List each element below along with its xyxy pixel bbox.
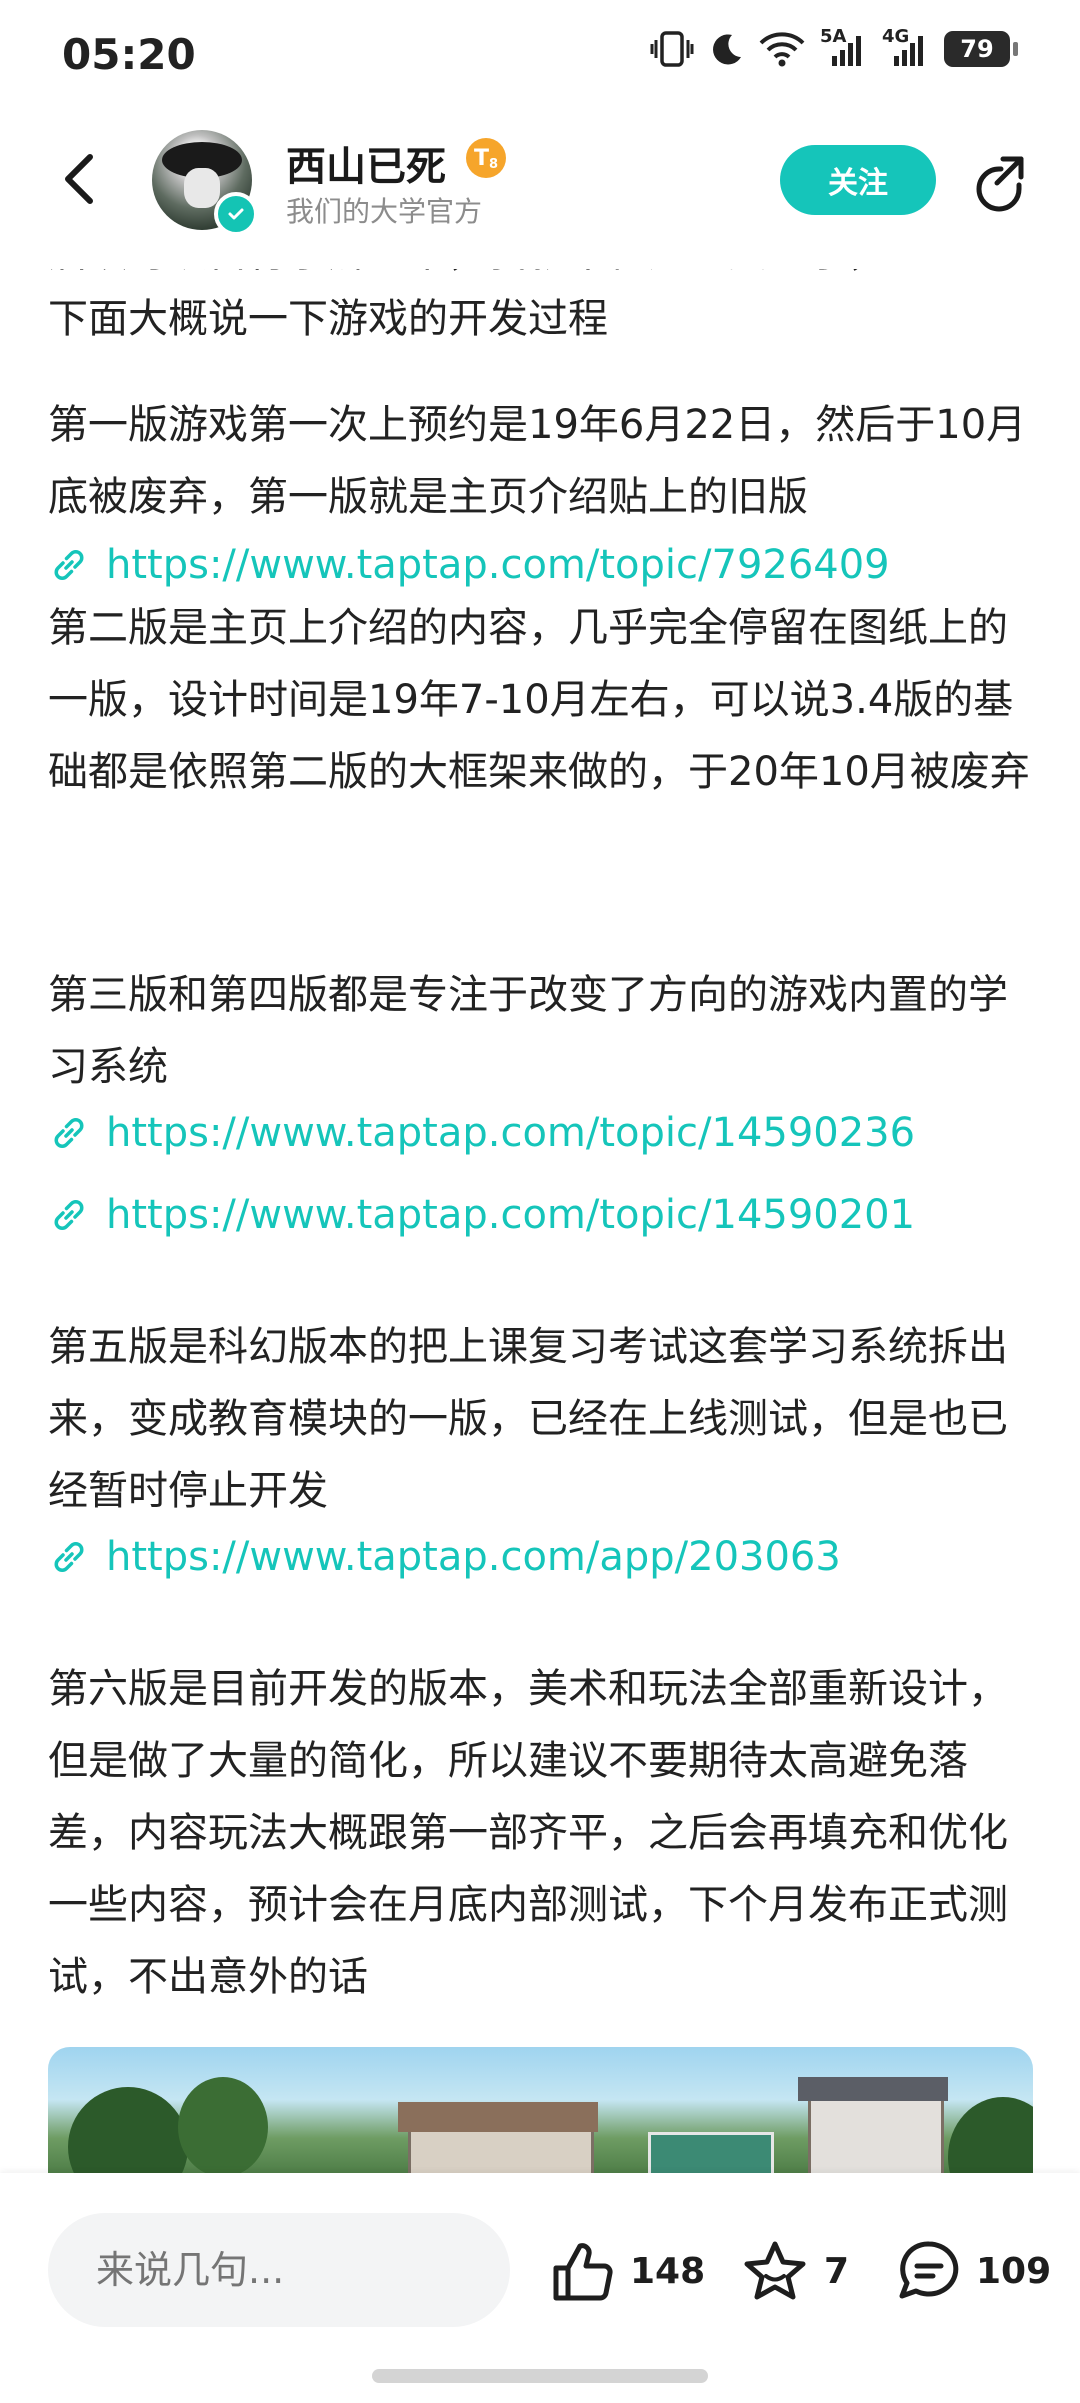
header-overlap-mask [0, 247, 1080, 269]
post-link[interactable]: https://www.taptap.com/topic/7926409 [48, 535, 1033, 595]
author-name[interactable]: 西山已死 [286, 134, 446, 192]
image-tree [68, 2087, 188, 2173]
signal-icon: 5A [820, 26, 868, 68]
post-link[interactable]: https://www.taptap.com/topic/14590236 [48, 1103, 1033, 1163]
signal-icon: 4G [882, 26, 930, 68]
favorite-count: 7 [824, 2250, 850, 2292]
wifi-icon [758, 30, 806, 68]
comment-button[interactable]: 109 [896, 2231, 1051, 2311]
post-paragraph: 下面大概说一下游戏的开发过程 [48, 296, 608, 342]
avatar-face [184, 168, 220, 208]
image-tree [178, 2077, 268, 2173]
bottom-action-bar: 148 7 109 [0, 2173, 1080, 2403]
post-image[interactable] [48, 2047, 1033, 2173]
status-icons: 5A 4G 79 [650, 26, 1018, 68]
comment-count: 109 [976, 2250, 1052, 2292]
share-button[interactable] [966, 150, 1030, 214]
post-link[interactable]: https://www.taptap.com/topic/14590201 [48, 1185, 1033, 1245]
share-icon [976, 156, 1024, 212]
post-link-url[interactable]: https://www.taptap.com/app/203063 [106, 1527, 841, 1587]
favorite-button[interactable]: 7 [740, 2231, 849, 2311]
image-court [648, 2132, 774, 2173]
status-bar: 05:20 5A 4G 79 [0, 0, 1080, 112]
like-button[interactable]: 148 [550, 2231, 705, 2311]
link-icon [48, 1112, 90, 1154]
chevron-left-icon [65, 154, 93, 204]
post-paragraph: 第二版是主页上介绍的内容，几乎完全停留在图纸上的一版，设计时间是19年7-10月… [48, 605, 1030, 795]
comment-icon [899, 2241, 959, 2299]
image-roof [398, 2102, 598, 2132]
post-link-url[interactable]: https://www.taptap.com/topic/14590201 [106, 1185, 915, 1245]
post-link[interactable]: https://www.taptap.com/app/203063 [48, 1527, 1033, 1587]
post-header: 西山已死 T8 我们的大学官方 关注 [0, 112, 1080, 247]
status-time: 05:20 [62, 30, 196, 79]
link-icon [48, 1194, 90, 1236]
comment-input[interactable] [48, 2213, 510, 2327]
home-indicator[interactable] [372, 2369, 708, 2383]
post-paragraph: 第三版和第四版都是专注于改变了方向的游戏内置的学习系统 [48, 972, 1008, 1090]
vibrate-icon [650, 30, 694, 68]
verified-badge [214, 192, 258, 236]
link-icon [48, 1536, 90, 1578]
network-5g-label: 5A [820, 26, 847, 47]
link-icon [48, 544, 90, 586]
post-paragraph: 第一版游戏第一次上预约是19年6月22日，然后于10月底被废弃，第一版就是主页介… [48, 402, 1027, 520]
post-link-url[interactable]: https://www.taptap.com/topic/14590236 [106, 1103, 915, 1163]
image-roof [798, 2077, 948, 2101]
level-number: 8 [488, 156, 499, 172]
network-4g-label: 4G [882, 26, 910, 47]
like-count: 148 [630, 2250, 706, 2292]
level-badge: T8 [466, 138, 506, 178]
thumbs-up-icon [553, 2243, 613, 2301]
image-tree [948, 2097, 1033, 2173]
author-subtitle: 我们的大学官方 [286, 195, 483, 228]
moon-icon [708, 31, 744, 67]
battery-icon: 79 [944, 31, 1018, 67]
back-button[interactable] [46, 147, 110, 211]
post-link-url[interactable]: https://www.taptap.com/topic/7926409 [106, 535, 890, 595]
star-icon [744, 2241, 806, 2300]
follow-button[interactable]: 关注 [780, 145, 936, 215]
post-paragraph: 第五版是科幻版本的把上课复习考试这套学习系统拆出来，变成教育模块的一版，已经在上… [48, 1324, 1008, 1514]
post-paragraph: 第六版是目前开发的版本，美术和玩法全部重新设计，但是做了大量的简化，所以建议不要… [48, 1666, 1008, 2000]
post-content[interactable]: 后续可以自行了解一下，我就不在这里赘述了， 下面大概说一下游戏的开发过程 第一版… [0, 247, 1080, 2173]
check-icon [228, 208, 244, 220]
level-letter: T [473, 145, 489, 171]
